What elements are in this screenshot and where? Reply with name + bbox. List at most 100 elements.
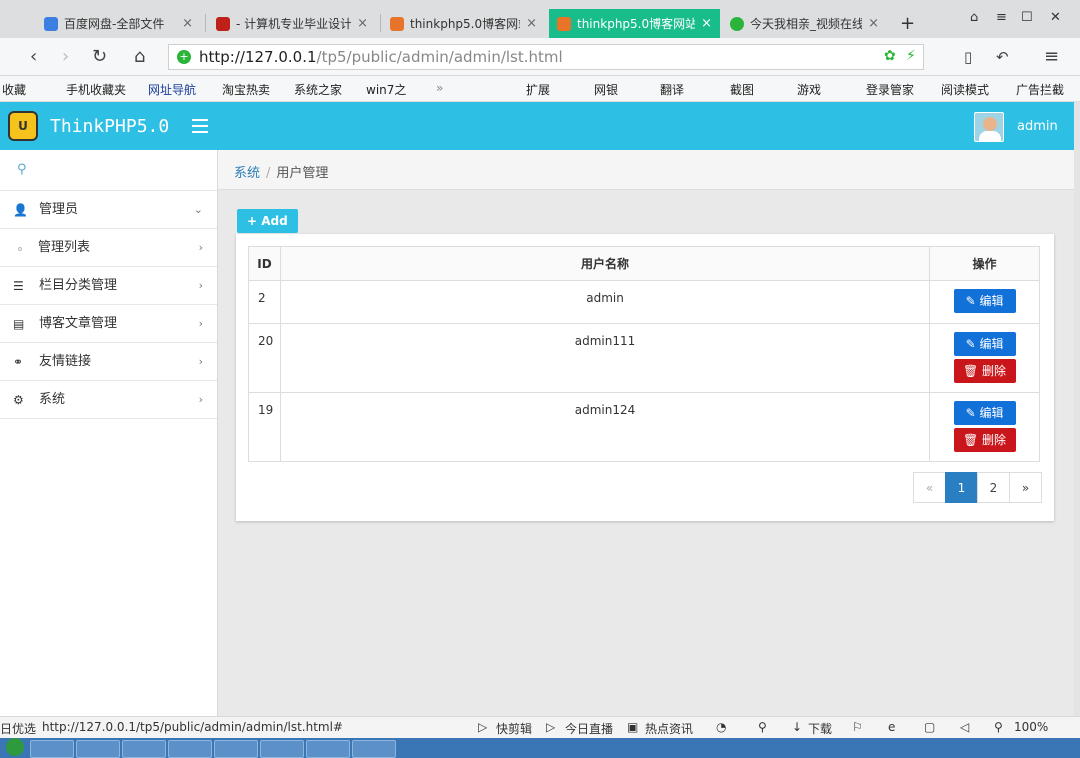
taskbar-app-icon[interactable]: [352, 740, 396, 758]
sidebar-item-admin-list[interactable]: 管理列表 ›: [0, 229, 217, 267]
home-icon[interactable]: ⌂: [134, 46, 145, 67]
delete-button[interactable]: 🗑 删除: [953, 359, 1016, 383]
status-item[interactable]: 快剪辑: [496, 720, 532, 737]
browser-tab[interactable]: 百度网盘-全部文件 ×: [36, 9, 201, 38]
sidebar-search[interactable]: ⚲: [0, 150, 217, 191]
bookmarks-bar: 收藏 手机收藏夹 网址导航 淘宝热卖 系统之家 win7之 » 扩展 网银 翻译…: [0, 76, 1080, 102]
bookmark-item[interactable]: 翻译: [660, 81, 684, 98]
bookmark-item[interactable]: 网银: [594, 81, 618, 98]
speedometer-icon[interactable]: ◔: [716, 720, 726, 734]
close-tab-icon[interactable]: ×: [526, 16, 537, 31]
browser-menu-icon[interactable]: ≡: [1044, 46, 1059, 67]
taskbar-app-icon[interactable]: [168, 740, 212, 758]
browser-tab-active[interactable]: thinkphp5.0博客网站 ×: [549, 9, 720, 38]
close-tab-icon[interactable]: ×: [868, 16, 879, 31]
close-tab-icon[interactable]: ×: [182, 16, 193, 31]
skin-icon[interactable]: ⌂: [970, 10, 978, 25]
breadcrumb-home-link[interactable]: 系统: [234, 166, 260, 181]
zoom-icon[interactable]: ⚲: [994, 720, 1003, 734]
page-next-button[interactable]: »: [1009, 472, 1042, 503]
close-tab-icon[interactable]: ×: [701, 16, 712, 31]
bookmark-item[interactable]: 游戏: [797, 81, 821, 98]
add-user-button[interactable]: + Add: [237, 209, 298, 233]
sidebar-item-categories[interactable]: ☰ 栏目分类管理 ›: [0, 267, 217, 305]
taskbar-app-icon[interactable]: [214, 740, 258, 758]
taskbar-app-icon[interactable]: [76, 740, 120, 758]
start-orb-icon[interactable]: [6, 738, 24, 756]
edit-icon: ✎: [965, 406, 976, 420]
user-icon: 👤: [13, 203, 28, 217]
brand-title[interactable]: ThinkPHP5.0: [50, 116, 169, 137]
speed-icon[interactable]: ⚡: [906, 48, 916, 64]
sidebar-item-system[interactable]: ⚙ 系统 ›: [0, 381, 217, 419]
ie-icon[interactable]: e: [888, 720, 895, 734]
page-button-1[interactable]: 1: [945, 472, 978, 503]
edit-button[interactable]: ✎ 编辑: [953, 332, 1016, 356]
taskbar-app-icon[interactable]: [260, 740, 304, 758]
bookmark-item[interactable]: 网址导航: [148, 81, 196, 98]
bookmark-item[interactable]: 手机收藏夹: [66, 81, 126, 98]
bookmark-item[interactable]: 收藏: [2, 81, 26, 98]
close-tab-icon[interactable]: ×: [357, 16, 368, 31]
page-prev-button[interactable]: «: [913, 472, 946, 503]
delete-button[interactable]: 🗑 删除: [953, 428, 1016, 452]
chevron-right-icon: ›: [198, 355, 203, 368]
phone-icon[interactable]: ▯: [964, 48, 972, 66]
browser-tab[interactable]: thinkphp5.0博客网站 ×: [382, 9, 545, 38]
browser-tab[interactable]: 今天我相亲_视频在线 ×: [722, 9, 887, 38]
status-item[interactable]: 热点资讯: [645, 720, 693, 737]
menu-icon[interactable]: ≡: [996, 10, 1007, 25]
bookmark-item[interactable]: 阅读模式: [941, 81, 989, 98]
back-icon[interactable]: ‹: [30, 46, 37, 67]
sidebar-item-admin[interactable]: 👤 管理员 ⌄: [0, 191, 217, 229]
bookmark-item[interactable]: 广告拦截: [1016, 81, 1064, 98]
main-content: 系统/用户管理 + Add ID 用户名称 操作 2 admin ✎ 编辑: [218, 150, 1074, 716]
volume-icon[interactable]: ◁: [960, 720, 969, 734]
zoom-level[interactable]: 100%: [1014, 720, 1048, 734]
hamburger-menu-icon[interactable]: [192, 119, 208, 133]
bookmark-item[interactable]: 登录管家: [866, 81, 914, 98]
bookmark-item[interactable]: 淘宝热卖: [222, 81, 270, 98]
bookmark-item[interactable]: 截图: [730, 81, 754, 98]
sidebar-item-label: 友情链接: [39, 354, 92, 369]
window-icon[interactable]: ▢: [924, 720, 935, 734]
maximize-icon[interactable]: ☐: [1021, 10, 1033, 25]
sidebar-item-articles[interactable]: ▤ 博客文章管理 ›: [0, 305, 217, 343]
browser-tab[interactable]: - 计算机专业毕业设计 ×: [208, 9, 376, 38]
flag-icon[interactable]: ⚐: [852, 720, 863, 734]
bookmark-item[interactable]: 扩展: [526, 81, 550, 98]
edit-button[interactable]: ✎ 编辑: [953, 289, 1016, 313]
page-scrollbar[interactable]: [1074, 102, 1080, 716]
sub-item-bullet-icon: [18, 247, 22, 251]
clip-icon[interactable]: ▷: [478, 720, 487, 734]
url-input[interactable]: + http://127.0.0.1/tp5/public/admin/admi…: [168, 44, 924, 70]
avatar[interactable]: [974, 112, 1004, 142]
download-icon[interactable]: ↓: [792, 720, 802, 734]
pin-icon[interactable]: ⚲: [758, 720, 767, 734]
sidebar-item-label: 栏目分类管理: [39, 278, 118, 293]
live-icon[interactable]: ▷: [546, 720, 555, 734]
bookmark-more[interactable]: »: [436, 81, 443, 95]
cell-id: 2: [248, 280, 281, 324]
status-left-label[interactable]: 日优选: [0, 720, 36, 737]
search-icon[interactable]: ⚲: [17, 162, 27, 177]
close-window-icon[interactable]: ✕: [1050, 10, 1061, 25]
edit-button[interactable]: ✎ 编辑: [953, 401, 1016, 425]
news-icon[interactable]: ▣: [627, 720, 638, 734]
user-name[interactable]: admin: [1017, 119, 1058, 134]
undo-icon[interactable]: ↶: [996, 48, 1009, 66]
bookmark-item[interactable]: 系统之家: [294, 81, 342, 98]
status-item[interactable]: 今日直播: [565, 720, 613, 737]
page-button-2[interactable]: 2: [977, 472, 1010, 503]
sidebar-item-links[interactable]: ⚭ 友情链接 ›: [0, 343, 217, 381]
forward-icon[interactable]: ›: [62, 46, 69, 67]
refresh-icon[interactable]: ↻: [92, 46, 107, 67]
status-item[interactable]: 下载: [808, 720, 832, 737]
taskbar-app-icon[interactable]: [122, 740, 166, 758]
cell-actions: ✎ 编辑 🗑 删除: [929, 392, 1040, 462]
taskbar-app-icon[interactable]: [30, 740, 74, 758]
taskbar-app-icon[interactable]: [306, 740, 350, 758]
extension-icon[interactable]: ✿: [884, 48, 896, 64]
bookmark-item[interactable]: win7之: [366, 81, 406, 98]
new-tab-button[interactable]: +: [900, 13, 915, 34]
